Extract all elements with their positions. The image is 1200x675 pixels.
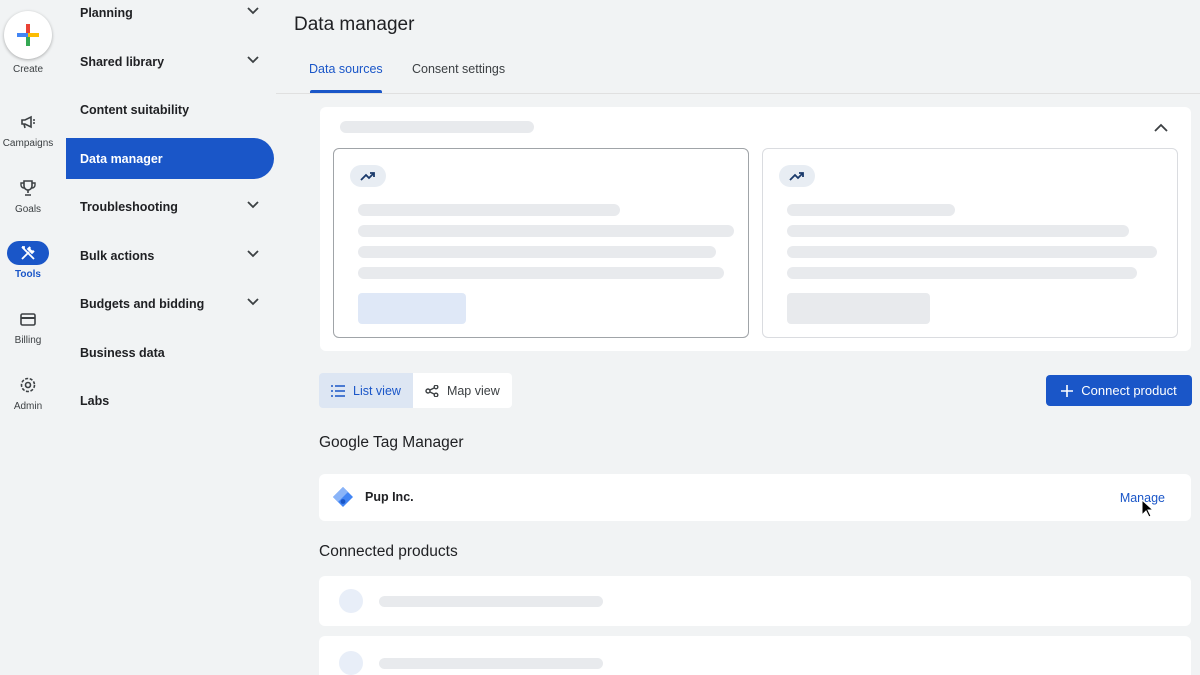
create-button[interactable] (4, 11, 52, 59)
list-icon (331, 384, 345, 397)
nav-item-label: Troubleshooting (80, 199, 178, 214)
nav-item-budgets-and-bidding[interactable]: Budgets and bidding (66, 283, 274, 324)
page-title: Data manager (294, 14, 415, 35)
skeleton-line (358, 225, 734, 237)
tools-nav-drawer: Planning Shared library Content suitabil… (66, 0, 276, 675)
nav-item-label: Budgets and bidding (80, 296, 205, 311)
gtm-account-name: Pup Inc. (365, 490, 414, 504)
rail-label-billing: Billing (14, 335, 42, 346)
rail-label-campaigns: Campaigns (2, 138, 54, 149)
nav-item-content-suitability[interactable]: Content suitability (66, 89, 274, 130)
chevron-down-icon (247, 56, 259, 64)
skeleton-line (787, 267, 1137, 279)
skeleton-line (787, 225, 1129, 237)
chevron-down-icon (247, 250, 259, 258)
gtm-account-row: Pup Inc. Manage (319, 474, 1191, 521)
map-view-label: Map view (446, 383, 500, 398)
connect-product-label: Connect product (1081, 383, 1177, 398)
tag-manager-logo-icon (333, 487, 353, 507)
nav-item-troubleshooting[interactable]: Troubleshooting (66, 186, 274, 227)
trending-up-icon (350, 165, 386, 187)
gear-icon (14, 373, 42, 397)
tab-divider (276, 93, 1200, 94)
summary-card (320, 107, 1191, 351)
plus-icon (1061, 384, 1074, 397)
rail-item-tools[interactable]: Tools (0, 241, 56, 293)
nav-item-label: Shared library (80, 54, 165, 69)
product-avatar-placeholder (339, 589, 363, 613)
connect-product-button[interactable]: Connect product (1046, 375, 1192, 406)
nav-item-label: Labs (80, 393, 110, 408)
rail-label-tools: Tools (15, 269, 41, 280)
rail-item-campaigns[interactable]: Campaigns (0, 110, 56, 162)
connected-product-row (319, 576, 1191, 626)
skeleton-line (379, 658, 603, 669)
map-nodes-icon (425, 384, 439, 397)
skeleton-line (787, 204, 955, 216)
rail-item-admin[interactable]: Admin (0, 373, 56, 425)
view-toggle: List view Map view (319, 373, 512, 408)
nav-item-planning[interactable]: Planning (66, 0, 274, 33)
plus-icon (17, 24, 39, 46)
insight-card[interactable] (762, 148, 1178, 338)
nav-item-label: Content suitability (80, 102, 190, 117)
nav-item-label: Bulk actions (80, 248, 155, 263)
chevron-down-icon (247, 7, 259, 15)
list-view-label: List view (353, 383, 401, 398)
rail-label-goals: Goals (14, 204, 42, 215)
trophy-icon (14, 176, 42, 200)
nav-item-data-manager[interactable]: Data manager (66, 138, 274, 179)
nav-item-business-data[interactable]: Business data (66, 332, 274, 373)
mouse-pointer-icon (1141, 499, 1155, 518)
tools-icon (7, 241, 49, 265)
card-icon (14, 307, 42, 331)
chevron-down-icon (247, 201, 259, 209)
rail-item-goals[interactable]: Goals (0, 176, 56, 228)
connected-product-row (319, 636, 1191, 675)
skeleton-button (787, 293, 930, 324)
rail-item-billing[interactable]: Billing (0, 307, 56, 359)
skeleton-line (379, 596, 603, 607)
skeleton-title (340, 121, 534, 133)
create-label: Create (12, 64, 43, 75)
nav-item-label: Data manager (80, 151, 163, 166)
skeleton-line (358, 267, 724, 279)
product-avatar-placeholder (339, 651, 363, 675)
nav-item-labs[interactable]: Labs (66, 380, 274, 421)
navigation-rail: Create Campaigns Goals Tools Billing Adm… (0, 0, 56, 675)
trending-up-icon (779, 165, 815, 187)
gtm-section-title: Google Tag Manager (319, 434, 464, 451)
skeleton-line (358, 204, 620, 216)
map-view-button[interactable]: Map view (412, 373, 512, 408)
nav-item-shared-library[interactable]: Shared library (66, 41, 274, 82)
nav-item-label: Planning (80, 5, 133, 20)
list-view-button[interactable]: List view (319, 373, 413, 408)
connected-products-title: Connected products (319, 543, 458, 560)
skeleton-line (358, 246, 716, 258)
nav-item-bulk-actions[interactable]: Bulk actions (66, 235, 274, 276)
megaphone-icon (14, 110, 42, 134)
skeleton-button (358, 293, 466, 324)
skeleton-line (787, 246, 1157, 258)
tab-data-sources[interactable]: Data sources (309, 62, 383, 92)
nav-item-label: Business data (80, 345, 165, 360)
rail-label-admin: Admin (13, 401, 43, 412)
insight-card-selected[interactable] (333, 148, 749, 338)
chevron-up-icon[interactable] (1153, 120, 1169, 136)
chevron-down-icon (247, 298, 259, 306)
tab-consent-settings[interactable]: Consent settings (412, 62, 505, 92)
